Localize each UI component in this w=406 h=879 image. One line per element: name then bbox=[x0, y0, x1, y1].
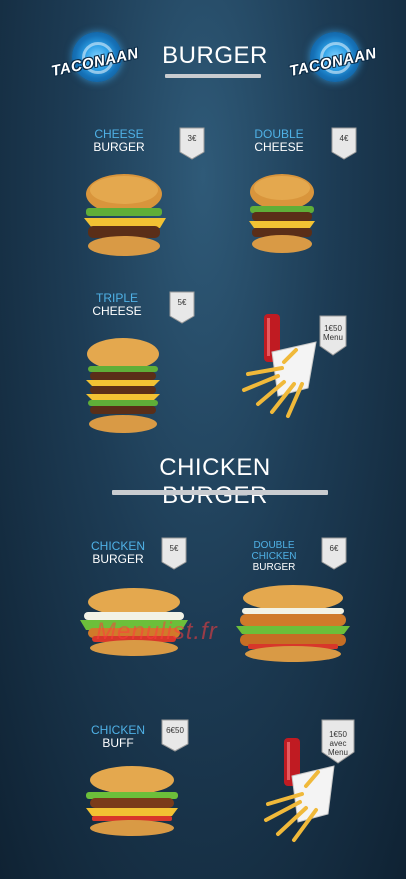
menu-item-name: DOUBLE CHICKEN BURGER bbox=[251, 540, 297, 573]
menu-item-name: CHICKEN BUFF bbox=[90, 723, 145, 750]
menu-item-name: TRIPLE CHEESE bbox=[92, 291, 142, 318]
menu-item-name: DOUBLE CHEESE bbox=[254, 127, 304, 154]
taconaan-logo-right: TACONAAN bbox=[288, 32, 378, 102]
fries-and-drink-image bbox=[264, 738, 335, 842]
double-chicken-burger-image bbox=[236, 585, 350, 662]
price-tag: 1€50 Menu bbox=[318, 314, 348, 356]
price-tag: 5€ bbox=[160, 536, 188, 570]
watermark: Menulist.fr bbox=[96, 618, 218, 645]
chicken-buff-image bbox=[86, 766, 178, 836]
cheese-burger-image bbox=[84, 174, 166, 256]
section-title-burger: BURGER bbox=[162, 42, 268, 69]
taconaan-logo-left: TACONAAN bbox=[50, 32, 140, 102]
menu-item-name: CHICKEN BURGER bbox=[90, 539, 145, 566]
price-tag: 6€ bbox=[320, 536, 348, 570]
price-tag: 4€ bbox=[330, 126, 358, 160]
price-tag: 3€ bbox=[178, 126, 206, 160]
fries-and-drink-image bbox=[242, 314, 317, 418]
menu-item-name: CHEESE BURGER bbox=[93, 127, 145, 154]
price-tag: 6€50 bbox=[160, 718, 190, 752]
divider bbox=[112, 490, 328, 495]
double-cheese-image bbox=[249, 174, 315, 253]
section-title-chicken-burger: CHICKEN BURGER bbox=[159, 454, 271, 509]
triple-cheese-image bbox=[86, 338, 160, 433]
price-tag: 5€ bbox=[168, 290, 196, 324]
divider bbox=[165, 74, 261, 78]
